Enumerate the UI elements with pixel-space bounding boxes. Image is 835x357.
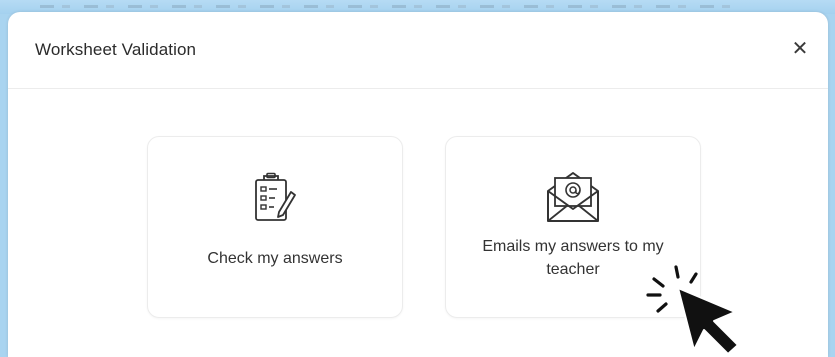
dialog-title: Worksheet Validation [35, 40, 197, 59]
click-cursor-icon [646, 265, 739, 355]
check-answers-option[interactable]: Check my answers [147, 136, 403, 318]
background-text-blur [40, 5, 740, 8]
close-button[interactable]: ✕ [786, 34, 814, 62]
dialog-header: Worksheet Validation ✕ [8, 12, 828, 89]
check-answers-label: Check my answers [207, 250, 343, 267]
clipboard-checklist-icon [255, 172, 296, 221]
email-envelope-icon [547, 172, 599, 222]
close-icon: ✕ [791, 37, 809, 60]
